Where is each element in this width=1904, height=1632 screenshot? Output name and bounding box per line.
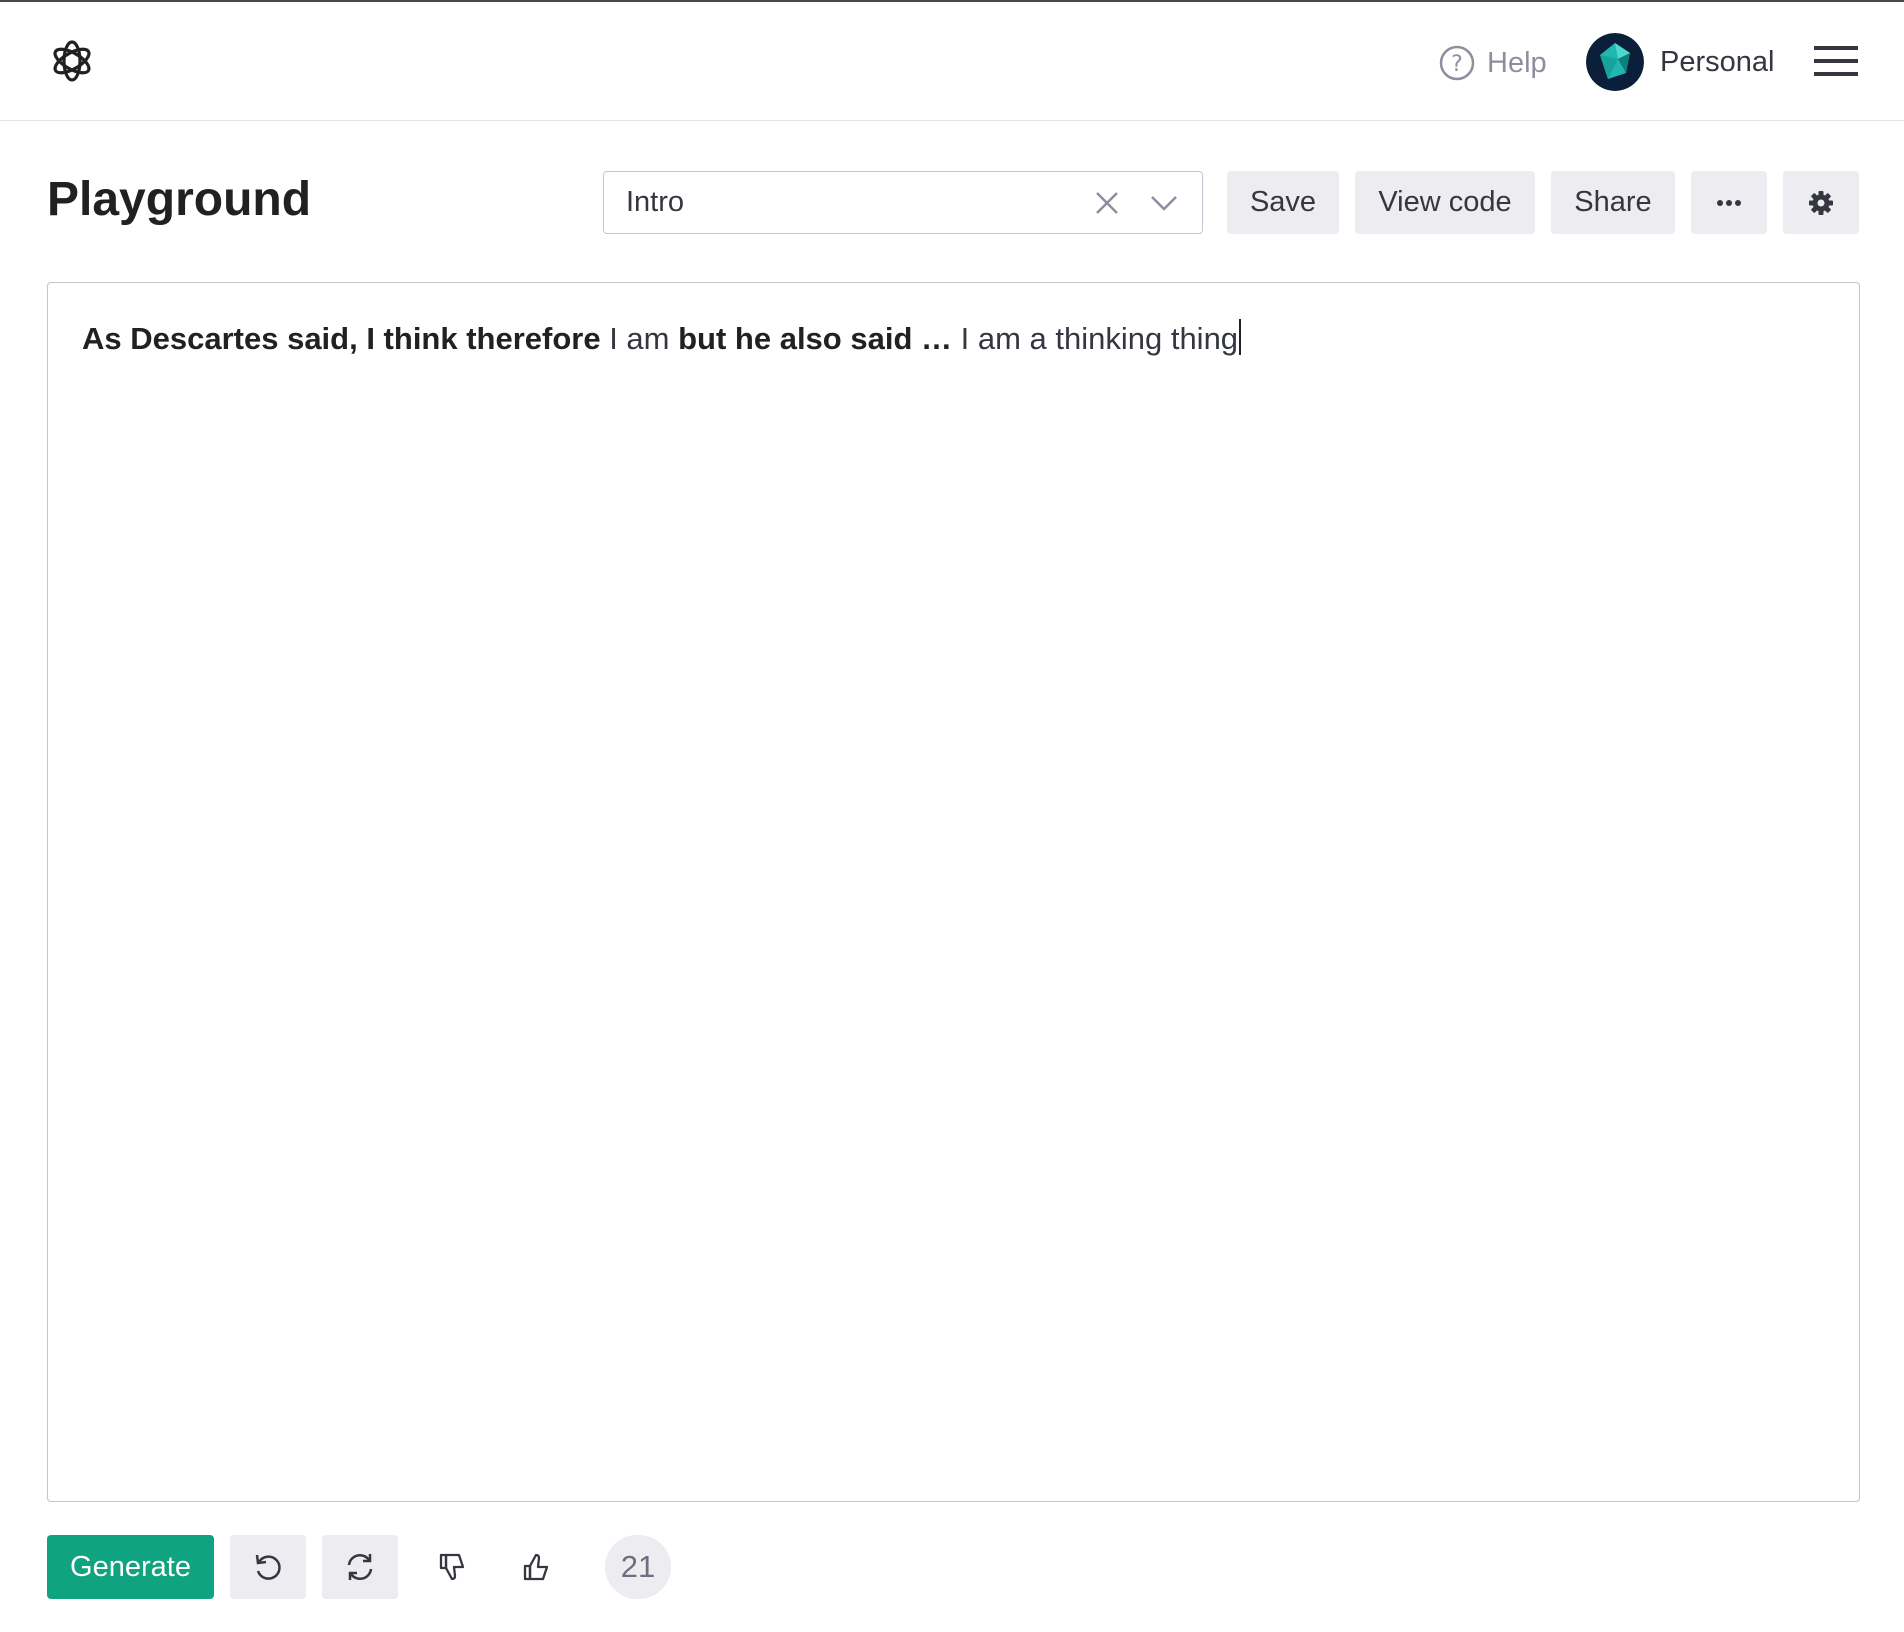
thumbs-up-icon	[523, 1553, 549, 1581]
preset-select[interactable]: Intro	[603, 171, 1203, 234]
app-header: ? Help Personal	[0, 2, 1904, 121]
undo-icon	[255, 1554, 281, 1580]
account-label: Personal	[1660, 45, 1775, 78]
more-options-button[interactable]	[1691, 171, 1767, 234]
text-cursor	[1239, 319, 1242, 355]
help-icon: ?	[1439, 45, 1475, 81]
help-label: Help	[1487, 46, 1547, 79]
share-button[interactable]: Share	[1551, 171, 1675, 234]
regenerate-icon	[347, 1553, 373, 1581]
thumbs-down-icon	[439, 1553, 465, 1581]
generate-button[interactable]: Generate	[47, 1535, 214, 1599]
regenerate-button[interactable]	[322, 1535, 398, 1599]
prompt-text-completion: I am	[609, 321, 679, 356]
help-link[interactable]: ? Help	[1439, 42, 1547, 84]
svg-text:?: ?	[1451, 52, 1463, 77]
prompt-text-bold: but he also said …	[678, 321, 961, 356]
openai-logo-icon[interactable]	[47, 36, 97, 86]
avatar	[1586, 33, 1644, 91]
account-switcher[interactable]: Personal	[1586, 33, 1774, 91]
gear-icon	[1809, 190, 1833, 215]
more-icon	[1717, 199, 1741, 206]
view-code-button[interactable]: View code	[1355, 171, 1535, 234]
preset-value: Intro	[626, 186, 685, 218]
undo-button[interactable]	[230, 1535, 306, 1599]
prompt-text-completion: I am a thinking thing	[960, 321, 1239, 356]
token-count-badge: 21	[605, 1535, 671, 1599]
prompt-text-bold: As Descartes said, I think therefore	[82, 321, 610, 356]
chevron-down-icon[interactable]	[1148, 187, 1180, 219]
save-button[interactable]: Save	[1227, 171, 1339, 234]
menu-icon[interactable]	[1814, 44, 1858, 78]
prompt-editor[interactable]: As Descartes said, I think therefore I a…	[47, 282, 1860, 1502]
close-icon[interactable]	[1092, 188, 1122, 218]
settings-button[interactable]	[1783, 171, 1859, 234]
thumbs-down-button[interactable]	[420, 1535, 484, 1599]
page-title: Playground	[47, 173, 312, 226]
thumbs-up-button[interactable]	[504, 1535, 568, 1599]
